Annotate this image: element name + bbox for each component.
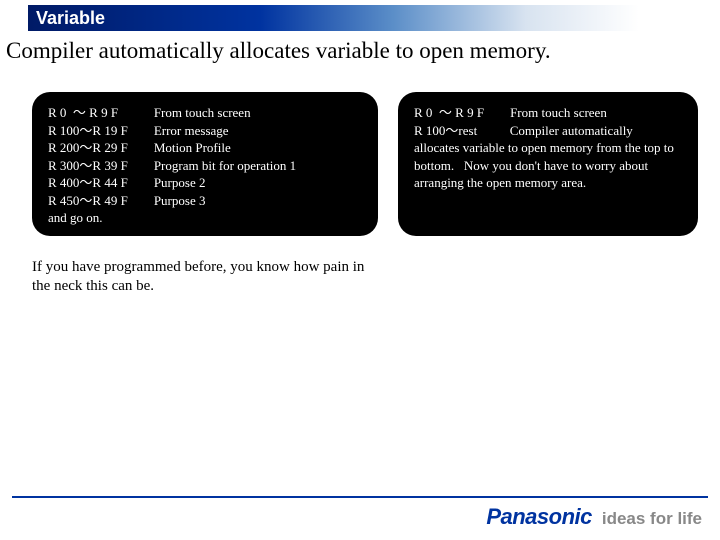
brand-tagline: ideas for life — [602, 509, 702, 529]
right-panel: R 0 ～ R 9 F From touch screen R 100～rest… — [398, 92, 698, 236]
right-line1: R 0 ～ R 9 F From touch screen — [414, 104, 682, 122]
right-line2: R 100～rest Compiler automatically — [414, 122, 682, 140]
subtitle: Compiler automatically allocates variabl… — [6, 38, 714, 64]
footer-logo: Panasonic ideas for life — [486, 504, 702, 530]
right-body: allocates variable to open memory from t… — [414, 139, 682, 192]
title-text: Variable — [28, 8, 105, 29]
title-bar: Variable — [28, 5, 692, 31]
footer-divider — [12, 496, 708, 498]
left-descriptions: From touch screen Error message Motion P… — [154, 104, 296, 222]
left-panel: R 0 ～ R 9 F R 100～R 19 F R 200～R 29 F R … — [32, 92, 378, 236]
brand-logo: Panasonic — [486, 504, 592, 530]
bottom-note: If you have programmed before, you know … — [32, 258, 372, 296]
left-ranges: R 0 ～ R 9 F R 100～R 19 F R 200～R 29 F R … — [48, 104, 128, 222]
